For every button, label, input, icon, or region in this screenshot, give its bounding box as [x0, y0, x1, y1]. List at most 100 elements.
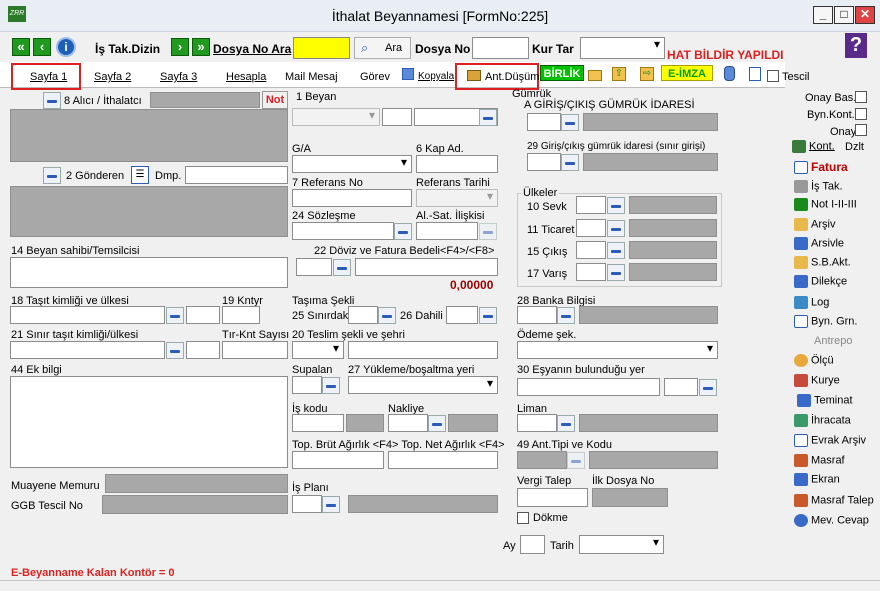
- info-button[interactable]: i: [56, 37, 76, 57]
- sevk-input[interactable]: [576, 196, 606, 214]
- tasit-input[interactable]: [10, 306, 165, 324]
- sinir-tasit-input[interactable]: [10, 341, 165, 359]
- tasit-country-input[interactable]: [186, 306, 220, 324]
- ek-bilgi-textarea[interactable]: [10, 376, 288, 468]
- esya-lookup-button[interactable]: [699, 379, 717, 396]
- dahili-input[interactable]: [446, 306, 478, 324]
- tab-mail-mesaj[interactable]: Mail Mesaj: [285, 71, 338, 83]
- supalan-lookup-button[interactable]: [322, 377, 340, 394]
- is-plani-lookup-button[interactable]: [322, 496, 340, 513]
- cikis-input[interactable]: [576, 241, 606, 259]
- tab-gorev[interactable]: Görev: [360, 71, 390, 83]
- referans-no-input[interactable]: [292, 189, 412, 207]
- supalan-input[interactable]: [292, 376, 322, 394]
- last-record-button[interactable]: »: [192, 38, 210, 56]
- not-i-ii-iii-button[interactable]: Not I-II-III: [794, 198, 857, 211]
- giris-cikis-lookup-button[interactable]: [561, 114, 579, 131]
- tescil-checkbox[interactable]: [767, 70, 779, 82]
- cikis-lookup-button[interactable]: [607, 242, 625, 259]
- net-agirlik-input[interactable]: [388, 451, 498, 469]
- up-folder-icon[interactable]: ⇧: [612, 67, 626, 81]
- sozlesme-input[interactable]: [292, 222, 394, 240]
- sinir-tasit-lookup-button[interactable]: [166, 342, 184, 359]
- ihracata-button[interactable]: İhracata: [794, 414, 851, 427]
- dmp-input[interactable]: [185, 166, 288, 184]
- banka-input[interactable]: [517, 306, 557, 324]
- sozlesme-lookup-button[interactable]: [394, 223, 412, 240]
- tab-sayfa1[interactable]: Sayfa 1: [30, 71, 67, 83]
- teslim-dropdown[interactable]: [292, 341, 344, 359]
- olcu-button[interactable]: Ölçü: [794, 354, 834, 367]
- tasit-lookup-button[interactable]: [166, 307, 184, 324]
- brut-agirlik-input[interactable]: [292, 451, 384, 469]
- next-record-button[interactable]: ›: [171, 38, 189, 56]
- prev-record-button[interactable]: ‹: [33, 38, 51, 56]
- maximize-button[interactable]: □: [834, 6, 854, 24]
- nakliye-input[interactable]: [388, 414, 428, 432]
- ticaret-input[interactable]: [576, 219, 606, 237]
- esya-input[interactable]: [517, 378, 660, 396]
- giris-cikis-input[interactable]: [527, 113, 561, 131]
- yukleme-dropdown[interactable]: [348, 376, 498, 394]
- tarih-dropdown[interactable]: [579, 535, 664, 554]
- dahili-lookup-button[interactable]: [479, 307, 497, 324]
- masraf-button[interactable]: Masraf: [794, 454, 845, 467]
- log-button[interactable]: Log: [794, 296, 829, 309]
- ara-button[interactable]: ⌕ Ara: [354, 37, 411, 59]
- beyan-code-input[interactable]: [382, 108, 412, 126]
- tab-hesapla[interactable]: Hesapla: [226, 71, 266, 83]
- kap-input[interactable]: [416, 155, 498, 173]
- antrepo-button[interactable]: Antrepo: [814, 335, 853, 347]
- tab-ant-dusum[interactable]: Ant.Düşüm: [485, 71, 539, 83]
- sinir-tasit-country-input[interactable]: [186, 341, 220, 359]
- sinirdaki-input[interactable]: [348, 306, 378, 324]
- mev-cevap-button[interactable]: Mev. Cevap: [794, 514, 869, 527]
- fatura-button[interactable]: Fatura: [794, 160, 848, 175]
- kur-tar-dropdown[interactable]: [580, 37, 665, 59]
- minimize-button[interactable]: _: [813, 6, 833, 24]
- folder-icon[interactable]: [588, 70, 602, 81]
- giris-sinir-input[interactable]: [527, 153, 561, 171]
- ticaret-lookup-button[interactable]: [607, 220, 625, 237]
- esya-code-input[interactable]: [664, 378, 698, 396]
- liman-lookup-button[interactable]: [557, 415, 575, 432]
- dosya-no-input[interactable]: [472, 37, 529, 59]
- birlik-button[interactable]: BİRLİK: [540, 65, 584, 81]
- list-icon[interactable]: ☰: [131, 166, 149, 184]
- beyan-lookup-button[interactable]: [479, 109, 497, 126]
- doviz-code-input[interactable]: [296, 258, 332, 276]
- onay-bas-checkbox[interactable]: [855, 91, 867, 103]
- sb-akt-button[interactable]: S.B.Akt.: [794, 256, 851, 269]
- masraf-talep-button[interactable]: Masraf Talep: [794, 494, 874, 507]
- close-button[interactable]: ✕: [855, 6, 875, 24]
- arsivle-button[interactable]: Arsivle: [794, 237, 844, 250]
- not-badge[interactable]: Not: [262, 91, 288, 109]
- teslim-sehir-input[interactable]: [348, 341, 498, 359]
- dzlt-button[interactable]: Dzlt: [845, 141, 864, 153]
- giris-sinir-lookup-button[interactable]: [561, 154, 579, 171]
- tab-kopyala[interactable]: Kopyala: [418, 71, 454, 82]
- first-record-button[interactable]: «: [12, 38, 30, 56]
- tab-sayfa3[interactable]: Sayfa 3: [160, 71, 197, 83]
- help-icon[interactable]: ?: [845, 33, 867, 58]
- is-kodu-input[interactable]: [292, 414, 344, 432]
- onay-checkbox[interactable]: [855, 124, 867, 136]
- tir-knt-input[interactable]: [222, 341, 288, 359]
- ga-dropdown[interactable]: [292, 155, 412, 173]
- dilekce-button[interactable]: Dilekçe: [794, 275, 847, 288]
- arsiv-button[interactable]: Arşiv: [794, 218, 835, 231]
- doviz-lookup-button[interactable]: [333, 259, 351, 276]
- varis-lookup-button[interactable]: [607, 264, 625, 281]
- is-plani-input[interactable]: [292, 495, 322, 513]
- odeme-dropdown[interactable]: [517, 341, 718, 359]
- dosya-no-ara-input[interactable]: [293, 37, 350, 59]
- kont-button[interactable]: Kont.: [792, 140, 835, 153]
- referans-tarih-dropdown[interactable]: [416, 189, 498, 207]
- e-imza-button[interactable]: E-İMZA: [661, 65, 713, 81]
- evrak-arsiv-button[interactable]: Evrak Arşiv: [794, 434, 866, 447]
- liman-input[interactable]: [517, 414, 557, 432]
- kntyr-input[interactable]: [222, 306, 260, 324]
- varis-input[interactable]: [576, 263, 606, 281]
- forward-folder-icon[interactable]: ⇨: [640, 67, 654, 81]
- sinirdaki-lookup-button[interactable]: [378, 307, 396, 324]
